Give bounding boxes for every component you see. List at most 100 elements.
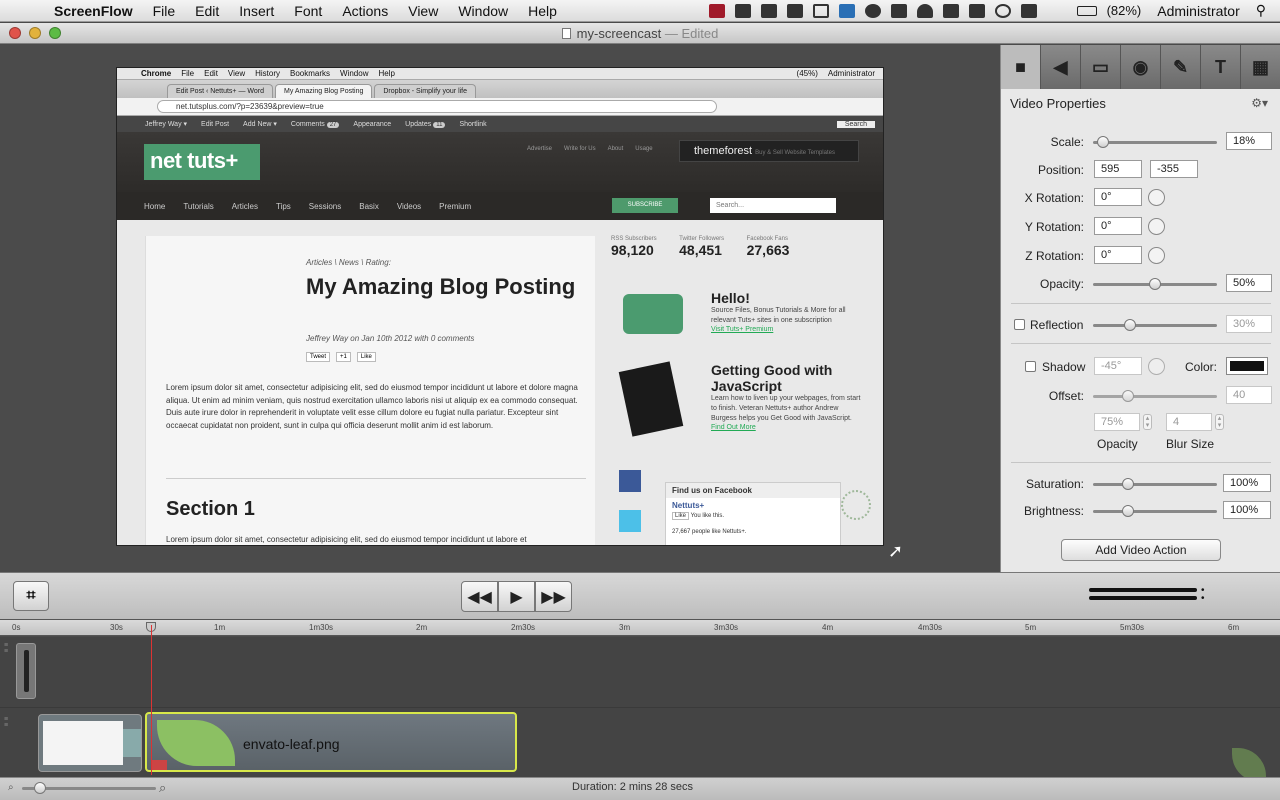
reflection-checkbox[interactable] (1014, 319, 1025, 330)
track-2-grip-icon[interactable]: ≡ ≡ (4, 716, 8, 729)
tag-icon[interactable] (786, 3, 803, 18)
preview-urlbar: net.tutsplus.com/?p=23639&preview=true (117, 98, 883, 116)
close-icon[interactable] (9, 27, 21, 39)
gear-icon[interactable]: ⚙▾ (1251, 96, 1268, 110)
zoom-slider[interactable] (22, 782, 156, 794)
camera-icon[interactable] (734, 3, 751, 18)
screen-recording-preview[interactable]: Chrome File Edit View History Bookmarks … (116, 67, 884, 546)
time-machine-icon[interactable] (994, 3, 1011, 18)
menu-file[interactable]: File (153, 3, 176, 19)
battery-icon[interactable] (1076, 5, 1097, 16)
timeline-ruler[interactable]: 0s 30s 1m 1m30s 2m 2m30s 3m 3m30s 4m 4m3… (0, 620, 1280, 636)
menu-actions[interactable]: Actions (342, 3, 388, 19)
menu-view[interactable]: View (408, 3, 438, 19)
offset-slider[interactable] (1093, 390, 1217, 402)
display-icon[interactable] (1020, 3, 1037, 18)
shadow-checkbox[interactable] (1025, 361, 1036, 372)
shadow-angle-dial[interactable] (1148, 358, 1165, 375)
zoom-knob[interactable] (34, 782, 46, 794)
media-tab-icon[interactable]: ▦ (1241, 45, 1280, 89)
brightness-slider[interactable] (1093, 505, 1217, 517)
track-1-grip-icon[interactable]: ≡ ≡ (4, 642, 8, 655)
saturation-knob[interactable] (1121, 478, 1134, 490)
menu-help[interactable]: Help (528, 3, 557, 19)
fast-forward-button[interactable]: ▶▶ (535, 581, 572, 612)
clip-action-marker[interactable] (151, 760, 167, 770)
z-rotation-field[interactable]: 0° (1094, 246, 1142, 264)
opacity-knob[interactable] (1149, 278, 1161, 290)
reflection-knob[interactable] (1124, 319, 1137, 331)
shadow-opacity-field[interactable]: 75% (1094, 413, 1140, 431)
minimize-icon[interactable] (29, 27, 41, 39)
reflection-field[interactable]: 30% (1226, 315, 1272, 333)
spotlight-icon[interactable]: ⚲ (1256, 2, 1266, 19)
audio-tab-icon[interactable]: ◀ (1041, 45, 1081, 89)
image-clip-selected[interactable]: envato-leaf.png (145, 712, 517, 772)
video-clip[interactable] (38, 714, 142, 772)
y-rotation-row: Y Rotation: 0° (1001, 216, 1280, 238)
callout-tab-icon[interactable]: ◉ (1121, 45, 1161, 89)
admin-item: Updates 11 (405, 121, 446, 128)
video-tab-icon[interactable]: ■ (1001, 45, 1041, 89)
dropbox-icon[interactable] (838, 3, 855, 18)
screen-tab-icon[interactable]: ▭ (1081, 45, 1121, 89)
z-rotation-dial[interactable] (1148, 247, 1165, 264)
scale-field[interactable]: 18% (1226, 132, 1272, 150)
opacity-field[interactable]: 50% (1226, 274, 1272, 292)
rewind-button[interactable]: ◀◀ (461, 581, 498, 612)
brightness-field[interactable]: 100% (1223, 501, 1271, 519)
crop-icon[interactable]: ⌗ (13, 581, 49, 611)
text-tab-icon[interactable]: T (1201, 45, 1241, 89)
alfred-icon[interactable] (916, 3, 933, 18)
square-icon[interactable] (812, 3, 829, 18)
evernote-icon[interactable] (760, 3, 777, 18)
track-handle[interactable] (24, 650, 29, 692)
zoom-in-icon[interactable]: ⌕ (159, 780, 166, 796)
offset-knob[interactable] (1121, 390, 1134, 402)
record-icon[interactable] (708, 3, 725, 18)
shadow-opacity-stepper[interactable]: ▴ ▾ (1143, 414, 1152, 430)
reflection-slider[interactable] (1093, 319, 1217, 331)
admin-item: Jeffrey Way ▾ (145, 121, 188, 128)
x-rotation-row: X Rotation: 0° (1001, 187, 1280, 209)
blur-size-stepper[interactable]: ▴ ▾ (1215, 414, 1224, 430)
canvas-area[interactable]: Chrome File Edit View History Bookmarks … (0, 45, 1000, 572)
scale-knob[interactable] (1096, 136, 1109, 148)
position-y-field[interactable]: -355 (1150, 160, 1198, 178)
brightness-knob[interactable] (1121, 505, 1134, 517)
blur-size-field[interactable]: 4 (1166, 413, 1212, 431)
opacity-slider[interactable] (1093, 278, 1217, 290)
y-rotation-dial[interactable] (1148, 218, 1165, 235)
lightning-icon[interactable] (890, 3, 907, 18)
saturation-slider[interactable] (1093, 478, 1217, 490)
position-x-field[interactable]: 595 (1094, 160, 1142, 178)
tools-icon[interactable] (968, 3, 985, 18)
offset-field[interactable]: 40 (1226, 386, 1272, 404)
menu-edit[interactable]: Edit (195, 3, 219, 19)
add-video-action-button[interactable]: Add Video Action (1061, 539, 1221, 561)
document-icon (561, 28, 571, 39)
menu-insert[interactable]: Insert (239, 3, 274, 19)
zoom-icon[interactable] (49, 27, 61, 39)
overlay-transform-handle[interactable] (841, 490, 871, 520)
shadow-color-well[interactable] (1226, 357, 1268, 375)
vpn-icon[interactable] (864, 3, 881, 18)
annotation-tab-icon[interactable]: ✎ (1161, 45, 1201, 89)
x-rotation-field[interactable]: 0° (1094, 188, 1142, 206)
y-rotation-field[interactable]: 0° (1094, 217, 1142, 235)
saturation-field[interactable]: 100% (1223, 474, 1271, 492)
user-menu[interactable]: Administrator (1157, 3, 1239, 19)
app-menu[interactable]: ScreenFlow (54, 3, 133, 19)
scale-slider[interactable] (1093, 136, 1217, 148)
play-button[interactable]: ▶ (498, 581, 535, 612)
menu-window[interactable]: Window (458, 3, 508, 19)
shadow-angle-field[interactable]: -45° (1094, 357, 1142, 375)
menu-font[interactable]: Font (294, 3, 322, 19)
playhead[interactable] (151, 625, 152, 775)
zoom-out-icon[interactable]: ⌕ (8, 782, 14, 793)
y-rotation-label: Y Rotation: (1024, 220, 1084, 234)
x-rotation-dial[interactable] (1148, 189, 1165, 206)
transport-bar: ⌗ ◀◀ ▶ ▶▶ • • (0, 572, 1280, 620)
eye-icon[interactable] (942, 3, 959, 18)
track-1-clip-stub[interactable] (16, 643, 36, 699)
